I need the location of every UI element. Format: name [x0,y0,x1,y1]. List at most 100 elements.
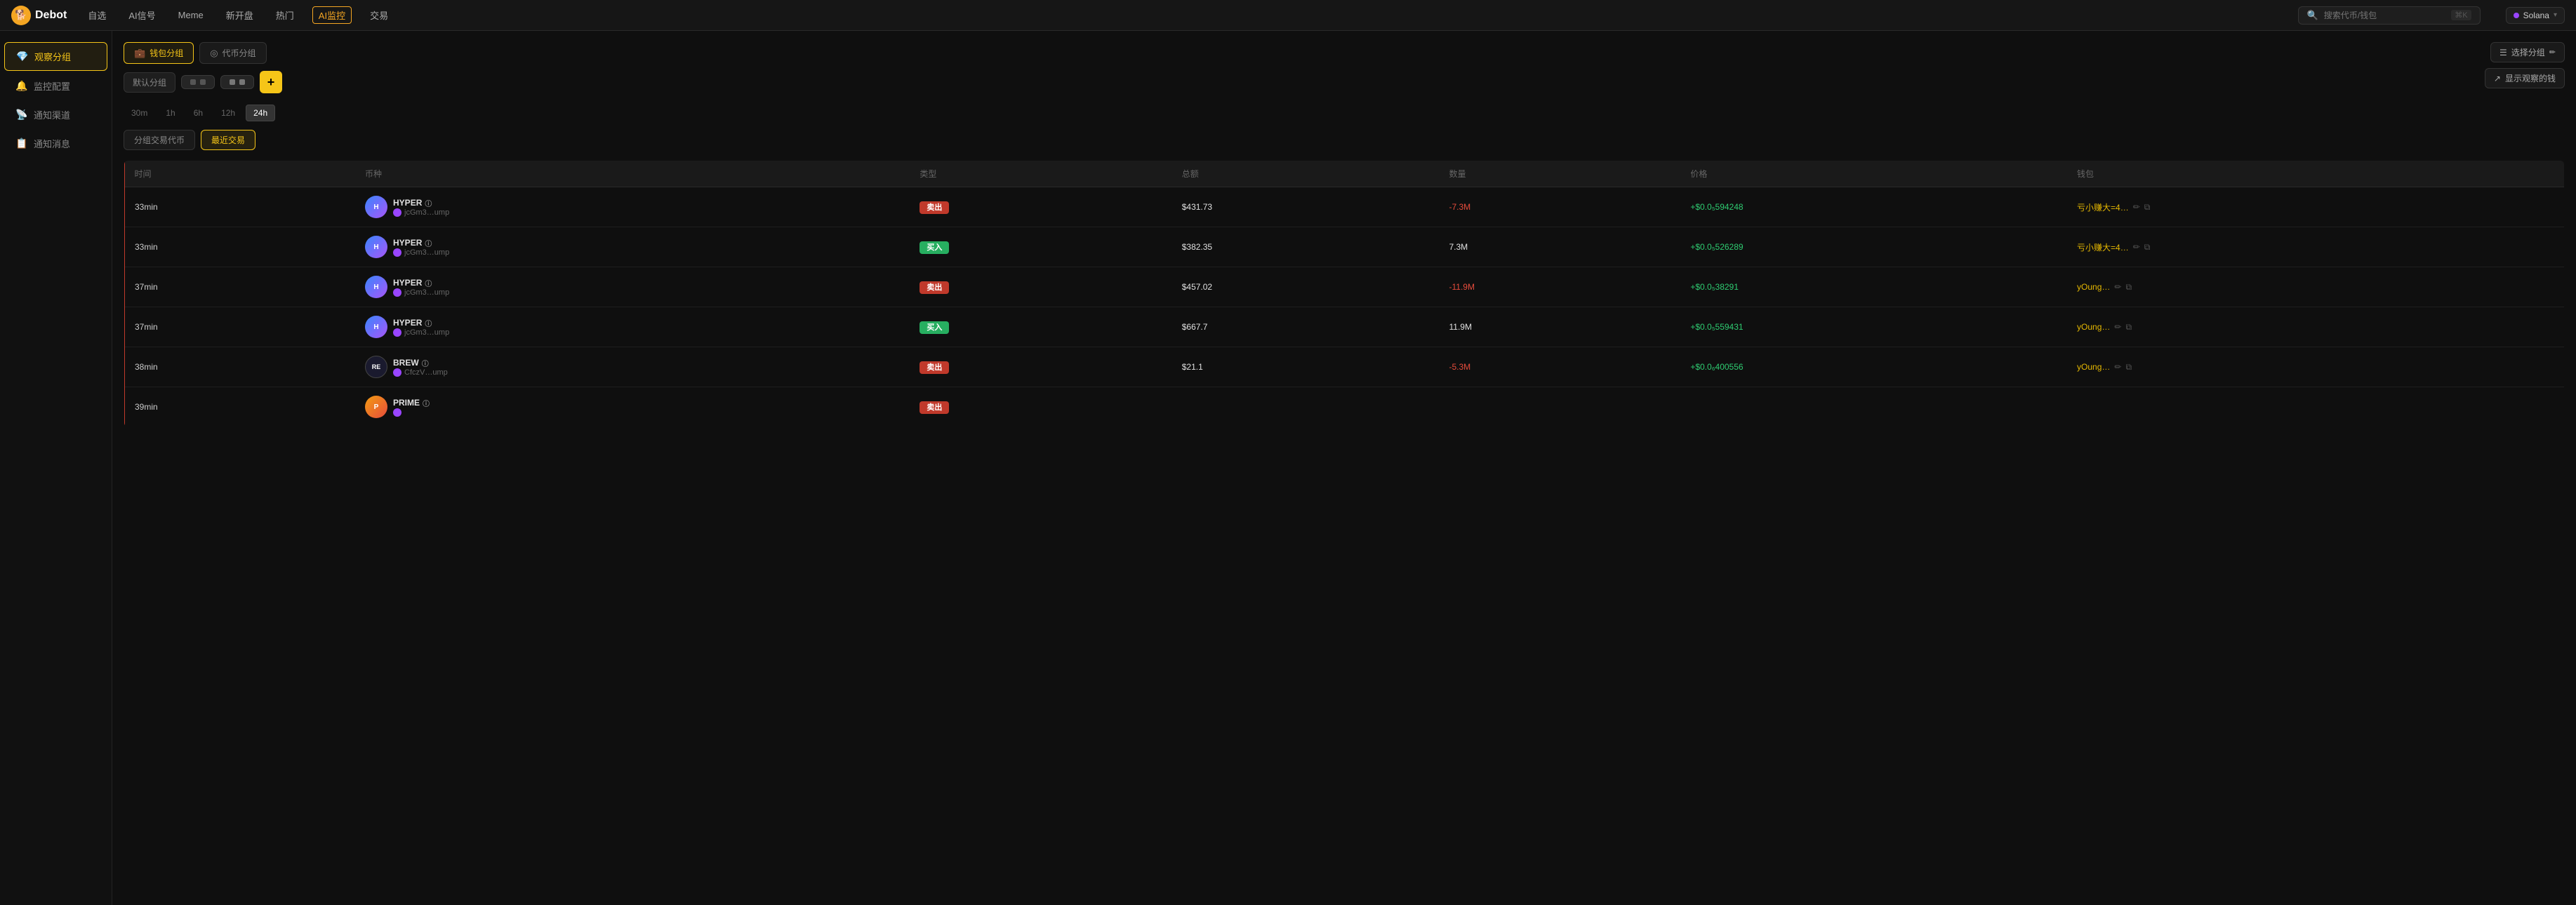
cell-qty [1439,387,1680,427]
token-addr: CfczV…ump [393,368,448,377]
th-wallet: 钱包 [2067,161,2564,187]
edit-wallet-icon[interactable]: ✏ [2114,282,2121,292]
time-24h[interactable]: 24h [246,105,275,121]
cell-time: 37min [124,267,355,307]
wallet-info: yOung… ✏ ⧉ [2077,362,2554,373]
list-icon: ☰ [2499,48,2507,58]
type-badge: 卖出 [919,201,949,214]
verify-icon: ⓘ [423,398,430,408]
main-tab-row: 💼 钱包分组 ◎ 代币分组 [124,42,2565,64]
table-row: 39min P PRIME ⓘ 卖出 [124,387,2565,427]
amount-value: $667.7 [1182,322,1208,332]
default-group[interactable]: 默认分组 [124,72,175,93]
wallet-group-tab[interactable]: 💼 钱包分组 [124,42,194,64]
plus-icon: + [267,75,275,90]
nav-hot[interactable]: 热门 [272,6,298,25]
sidebar-item-notify-channel[interactable]: 📡 通知渠道 [4,101,107,128]
nav-trade[interactable]: 交易 [366,6,392,25]
search-bar[interactable]: 🔍 ⌘K [2298,6,2481,25]
cell-time: 37min [124,307,355,347]
type-badge: 卖出 [919,361,949,374]
qty-value: -11.9M [1449,282,1474,292]
copy-wallet-icon[interactable]: ⧉ [2144,202,2151,213]
select-group-button[interactable]: ☰ 选择分组 ✏ [2490,42,2565,62]
amount-value: $431.73 [1182,202,1212,212]
logo[interactable]: 🐕 Debot [11,6,67,25]
search-shortcut: ⌘K [2451,10,2471,20]
chain-icon [393,288,401,297]
token-group-tab[interactable]: ◎ 代币分组 [199,42,266,64]
sidebar-item-notify-msg[interactable]: 📋 通知消息 [4,130,107,157]
nav-new-listing[interactable]: 新开盘 [222,6,258,25]
wallet-name: yOung… [2077,282,2110,292]
copy-wallet-icon[interactable]: ⧉ [2125,322,2132,333]
token-info: BREW ⓘ CfczV…ump [393,358,448,377]
time-12h[interactable]: 12h [213,105,243,121]
token-name: HYPER ⓘ [393,318,449,328]
show-watch-label: 显示观察的钱 [2505,72,2556,84]
tag-dot-3 [230,79,235,85]
cell-amount: $21.1 [1172,347,1440,387]
copy-wallet-icon[interactable]: ⧉ [2144,242,2151,253]
nav-zixuan[interactable]: 自选 [84,6,110,25]
time-30m[interactable]: 30m [124,105,155,121]
sub-tab-group-tx[interactable]: 分组交易代币 [124,130,195,150]
sub-tab-recent-tx-label: 最近交易 [211,135,245,145]
copy-wallet-icon[interactable]: ⧉ [2125,282,2132,293]
time-filter-row: 30m 1h 6h 12h 24h [124,105,2565,121]
token-addr: jcGm3…ump [393,328,449,337]
token-name: PRIME ⓘ [393,398,430,408]
nav-ai-signal[interactable]: AI信号 [124,6,159,25]
search-input[interactable] [2324,11,2445,20]
cell-time: 39min [124,387,355,427]
wallet-info: yOung… ✏ ⧉ [2077,322,2554,333]
cell-time: 33min [124,227,355,267]
copy-wallet-icon[interactable]: ⧉ [2125,362,2132,373]
edit-wallet-icon[interactable]: ✏ [2114,322,2121,332]
nav-meme[interactable]: Meme [174,7,208,23]
token-info: HYPER ⓘ jcGm3…ump [393,318,449,337]
cell-wallet: yOung… ✏ ⧉ [2067,347,2564,387]
cell-wallet: 亏小赚大=4… ✏ ⧉ [2067,227,2564,267]
cell-type: 卖出 [910,267,1171,307]
token-name: BREW ⓘ [393,358,448,368]
sidebar-item-monitor-config[interactable]: 🔔 监控配置 [4,72,107,100]
edit-wallet-icon[interactable]: ✏ [2114,362,2121,372]
token-info: PRIME ⓘ [393,398,430,417]
cell-wallet: 亏小赚大=4… ✏ ⧉ [2067,187,2564,227]
group-tag-1[interactable] [181,75,215,89]
wallet-info: 亏小赚大=4… ✏ ⧉ [2077,201,2554,213]
wallet-icon: 💼 [134,48,145,59]
cell-qty: 11.9M [1439,307,1680,347]
network-label: Solana [2523,11,2549,20]
show-watch-button[interactable]: ↗ 显示观察的钱 [2485,68,2565,88]
default-group-label: 默认分组 [133,78,166,88]
price-value: +$0.0₅38291 [1690,282,1739,292]
wallet-name: 亏小赚大=4… [2077,201,2129,213]
verify-icon: ⓘ [425,198,432,208]
edit-icon: ✏ [2549,48,2556,57]
edit-wallet-icon[interactable]: ✏ [2133,202,2140,212]
edit-wallet-icon[interactable]: ✏ [2133,242,2140,252]
time-1h[interactable]: 1h [158,105,182,121]
network-selector[interactable]: Solana ▾ [2506,7,2565,24]
nav-ai-monitor[interactable]: AI监控 [312,6,352,24]
cell-wallet: yOung… ✏ ⧉ [2067,307,2564,347]
group-tag-2[interactable] [220,75,254,89]
sub-tab-recent-tx[interactable]: 最近交易 [201,130,255,150]
sidebar: 💎 观察分组 🔔 监控配置 📡 通知渠道 📋 通知消息 [0,31,112,905]
cell-token: H HYPER ⓘ jcGm3…ump [355,227,910,267]
time-6h[interactable]: 6h [186,105,211,121]
type-badge: 买入 [919,241,949,254]
solana-dot [2514,13,2519,18]
cell-time: 38min [124,347,355,387]
cell-type: 卖出 [910,187,1171,227]
th-amount: 总额 [1172,161,1440,187]
amount-value: $457.02 [1182,282,1212,292]
add-group-button[interactable]: + [260,71,282,93]
cell-token: RE BREW ⓘ CfczV…ump [355,347,910,387]
token-group-label: 代币分组 [223,47,256,59]
sidebar-item-watch-group[interactable]: 💎 观察分组 [4,42,107,71]
token-logo: H [365,236,387,258]
wallet-group-label: 钱包分组 [150,47,183,59]
